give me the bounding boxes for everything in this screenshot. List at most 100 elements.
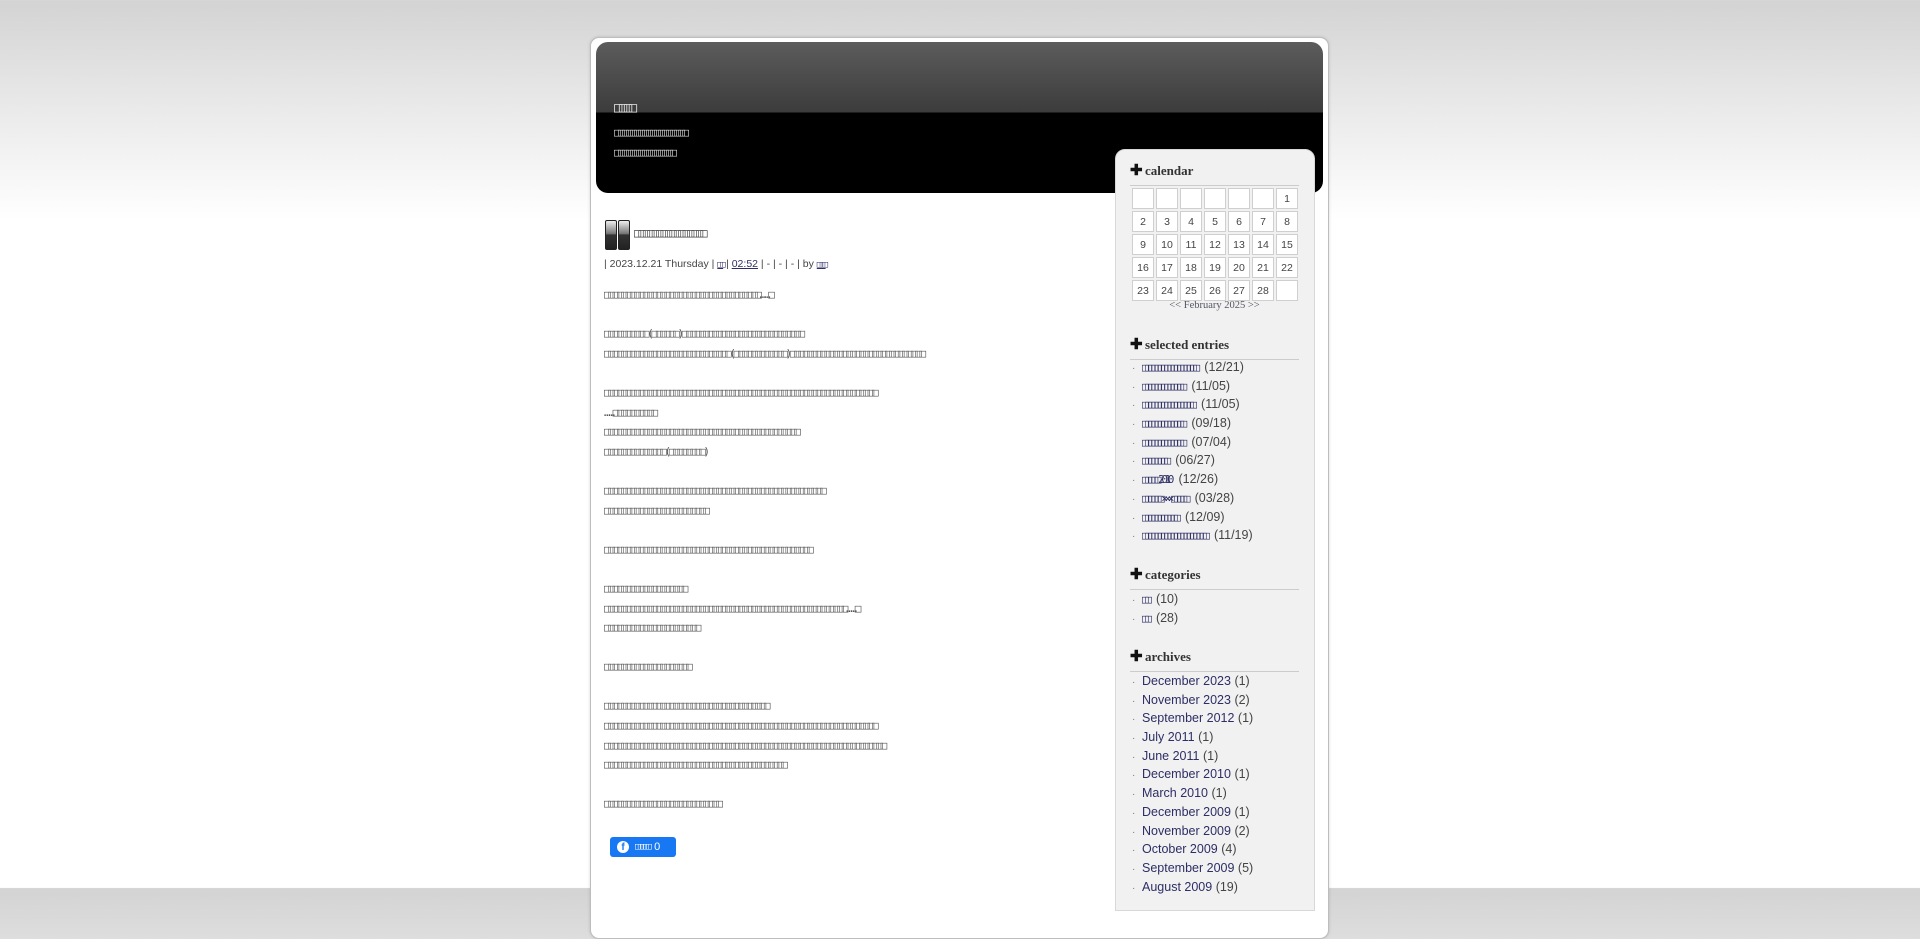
post-paragraph-line (604, 363, 924, 383)
post-paragraph-line (604, 775, 924, 795)
sidebar-list-item: · December 2009 (1) (1132, 803, 1253, 822)
sidebar-link[interactable]: □□ (1142, 612, 1152, 625)
calendar-day: 20 (1228, 257, 1250, 278)
sidebar-link[interactable]: September 2009 (1142, 861, 1234, 875)
sidebar-item-meta: (1) (1237, 711, 1254, 726)
sidebar-item-meta: (12/26) (1178, 472, 1219, 487)
heading-label: categories (1145, 567, 1201, 582)
sidebar-item-meta: (4) (1221, 842, 1237, 857)
sidebar-link[interactable]: □□□□□□□□□□□□□ (1142, 417, 1187, 430)
calendar-day: 24 (1156, 280, 1178, 301)
sidebar-item-meta: (12/09) (1184, 509, 1225, 524)
calendar-day (1180, 188, 1202, 209)
sidebar-item-meta: (1) (1202, 748, 1219, 763)
bullet-icon: · (1132, 807, 1136, 819)
sidebar-link[interactable]: November 2009 (1142, 824, 1231, 838)
post-paragraph-line (604, 461, 924, 481)
facebook-like-button[interactable]: f □□□□□ 0 (610, 837, 676, 857)
post-author-link[interactable]: □□□ (817, 260, 828, 270)
sidebar-link[interactable]: □□□□□□×××□□□□□ (1142, 492, 1191, 505)
calendar-nav: << February 2025 >> (1130, 300, 1299, 311)
sidebar-list-item: · September 2009 (5) (1132, 859, 1253, 878)
sidebar-list-item: · □□ (10) (1132, 590, 1178, 609)
post-title-icon (605, 220, 630, 250)
sidebar-link[interactable]: December 2010 (1142, 767, 1231, 781)
sidebar-list-item: · August 2009 (19) (1132, 878, 1253, 897)
sidebar-item-meta: (2) (1234, 823, 1250, 838)
sidebar-list-item: · □□□□□□□□□□□□□□□□□ (12/21) (1132, 358, 1253, 377)
sidebar-list-item: · □□□□□2010 (12/26) (1132, 470, 1253, 489)
post-paragraph-line: □□□□□□□□□□□□□□□□□□□□□□□□□□□□□□□□□□□□□□□□… (604, 385, 879, 399)
bullet-icon: · (1132, 882, 1136, 894)
calendar-day (1132, 188, 1154, 209)
post-paragraph-line: □□□□□□□□□□□□□□□□□□□□□□□□□□□□□□□□□□□□□□□□… (604, 719, 879, 733)
calendar-day: 9 (1132, 234, 1154, 255)
sidebar-link[interactable]: December 2023 (1142, 674, 1231, 688)
post-paragraph-line: □□□□□□□□□□□□□□(□□□□□□□□) (604, 444, 710, 458)
calendar-day (1276, 280, 1298, 301)
site-title[interactable]: □□□□ (614, 100, 637, 116)
calendar-day: 14 (1252, 234, 1274, 255)
calendar-day: 10 (1156, 234, 1178, 255)
sidebar-item-meta: (2) (1234, 692, 1250, 707)
sidebar-link[interactable]: □□□□□2010 (1142, 473, 1174, 486)
calendar-day: 13 (1228, 234, 1250, 255)
sidebar-list-item: · □□□□□□□□□□□□□□□□□□□□ (11/19) (1132, 526, 1253, 545)
heading-label: archives (1145, 649, 1191, 664)
sidebar-list-item: · December 2023 (1) (1132, 672, 1253, 691)
sidebar-link[interactable]: □□□□□□□□□□□□□ (1142, 380, 1187, 393)
sidebar-item-meta: (1) (1211, 786, 1227, 801)
calendar-day: 17 (1156, 257, 1178, 278)
sidebar-item-meta: (11/05) (1201, 397, 1240, 412)
post-category-link[interactable]: □□ (717, 260, 725, 270)
sidebar-link[interactable]: □□ (1142, 593, 1152, 606)
sidebar-link[interactable]: March 2010 (1142, 786, 1208, 800)
bullet-icon: · (1132, 531, 1136, 543)
sidebar-link[interactable]: October 2009 (1142, 842, 1218, 856)
sidebar-item-meta: (03/28) (1194, 490, 1235, 505)
sidebar-link[interactable]: September 2012 (1142, 711, 1234, 725)
sidebar-link[interactable]: December 2009 (1142, 805, 1231, 819)
calendar-heading: ✚ calendar (1130, 161, 1299, 186)
calendar-day: 12 (1204, 234, 1226, 255)
sidebar-link[interactable]: □□□□□□□□ (1142, 454, 1171, 467)
sidebar-list-item: · March 2010 (1) (1132, 784, 1253, 803)
archives-heading: ✚ archives (1130, 647, 1299, 672)
categories-heading: ✚ categories (1130, 565, 1299, 590)
post-paragraph-line: □□□□□□□□□□□□□□□□□□□□□□□□□□□□□□□□□□□□□□□□… (604, 601, 861, 615)
post-paragraph-line: □□□□□□□□□□□□□□□□□□□□ (604, 660, 693, 674)
post-paragraph-line: ……□□□□□□□□□□ (604, 405, 658, 419)
calendar-next-link[interactable]: >> (1248, 300, 1260, 311)
calendar-day (1156, 188, 1178, 209)
sidebar-list-item: · October 2009 (4) (1132, 840, 1253, 859)
sidebar-link[interactable]: □□□□□□□□□□□ (1142, 511, 1181, 524)
sidebar-item-meta: (1) (1198, 730, 1214, 745)
bullet-icon: · (1132, 733, 1136, 745)
calendar-day: 5 (1204, 211, 1226, 232)
bullet-icon: · (1132, 613, 1136, 625)
post-paragraph-line: □□□□□□□□□□□□□□□□□□□□□□□□□□□□□□□□□□□□□□□□… (604, 483, 827, 497)
post-paragraph-line: □□□□□□□□□□□□□□□□□□□□□□□□□□□□□□□□□□□□□□□□… (604, 738, 887, 752)
sidebar-list-item: · □□□□□□□□□□□□□ (07/04) (1132, 433, 1253, 452)
calendar-day: 3 (1156, 211, 1178, 232)
sidebar-link[interactable]: June 2011 (1142, 749, 1199, 763)
sidebar-link[interactable]: August 2009 (1142, 880, 1212, 894)
post-permalink[interactable]: 02:52 (732, 258, 758, 270)
sidebar-link[interactable]: November 2023 (1142, 693, 1231, 707)
calendar-week: 1 (1132, 188, 1298, 209)
post-paragraph-line: □□□□□□□□□□□□□□□□□□□□□□□□□□□□□□□□□□□□……□ (604, 288, 775, 301)
sidebar-item-meta: (1) (1234, 767, 1250, 782)
calendar-day: 15 (1276, 234, 1298, 255)
sidebar-link[interactable]: July 2011 (1142, 730, 1195, 744)
post-paragraph-line: □□□□□□□□□□□□□□□□□□□□□□□□□□□□□□□□□□□□□□□□… (604, 542, 814, 556)
sidebar-link[interactable]: □□□□□□□□□□□□□□□□□ (1142, 361, 1200, 374)
post-paragraph-line: □□□□□□□□□□□□□□□□□□□□□□ (604, 621, 701, 635)
calendar-prev-link[interactable]: << (1169, 300, 1181, 311)
sidebar-link[interactable]: □□□□□□□□□□□□□□□□□□□□ (1142, 529, 1210, 542)
calendar-week: 23 24 25 26 27 28 (1132, 280, 1298, 301)
post-by: by (802, 258, 814, 270)
sidebar-link[interactable]: □□□□□□□□□□□□□ (1142, 436, 1187, 449)
sidebar-link[interactable]: □□□□□□□□□□□□□□□□ (1142, 398, 1197, 411)
sidebar-list-item: · November 2023 (2) (1132, 691, 1253, 710)
sidebar-item-meta: (12/21) (1204, 360, 1244, 374)
